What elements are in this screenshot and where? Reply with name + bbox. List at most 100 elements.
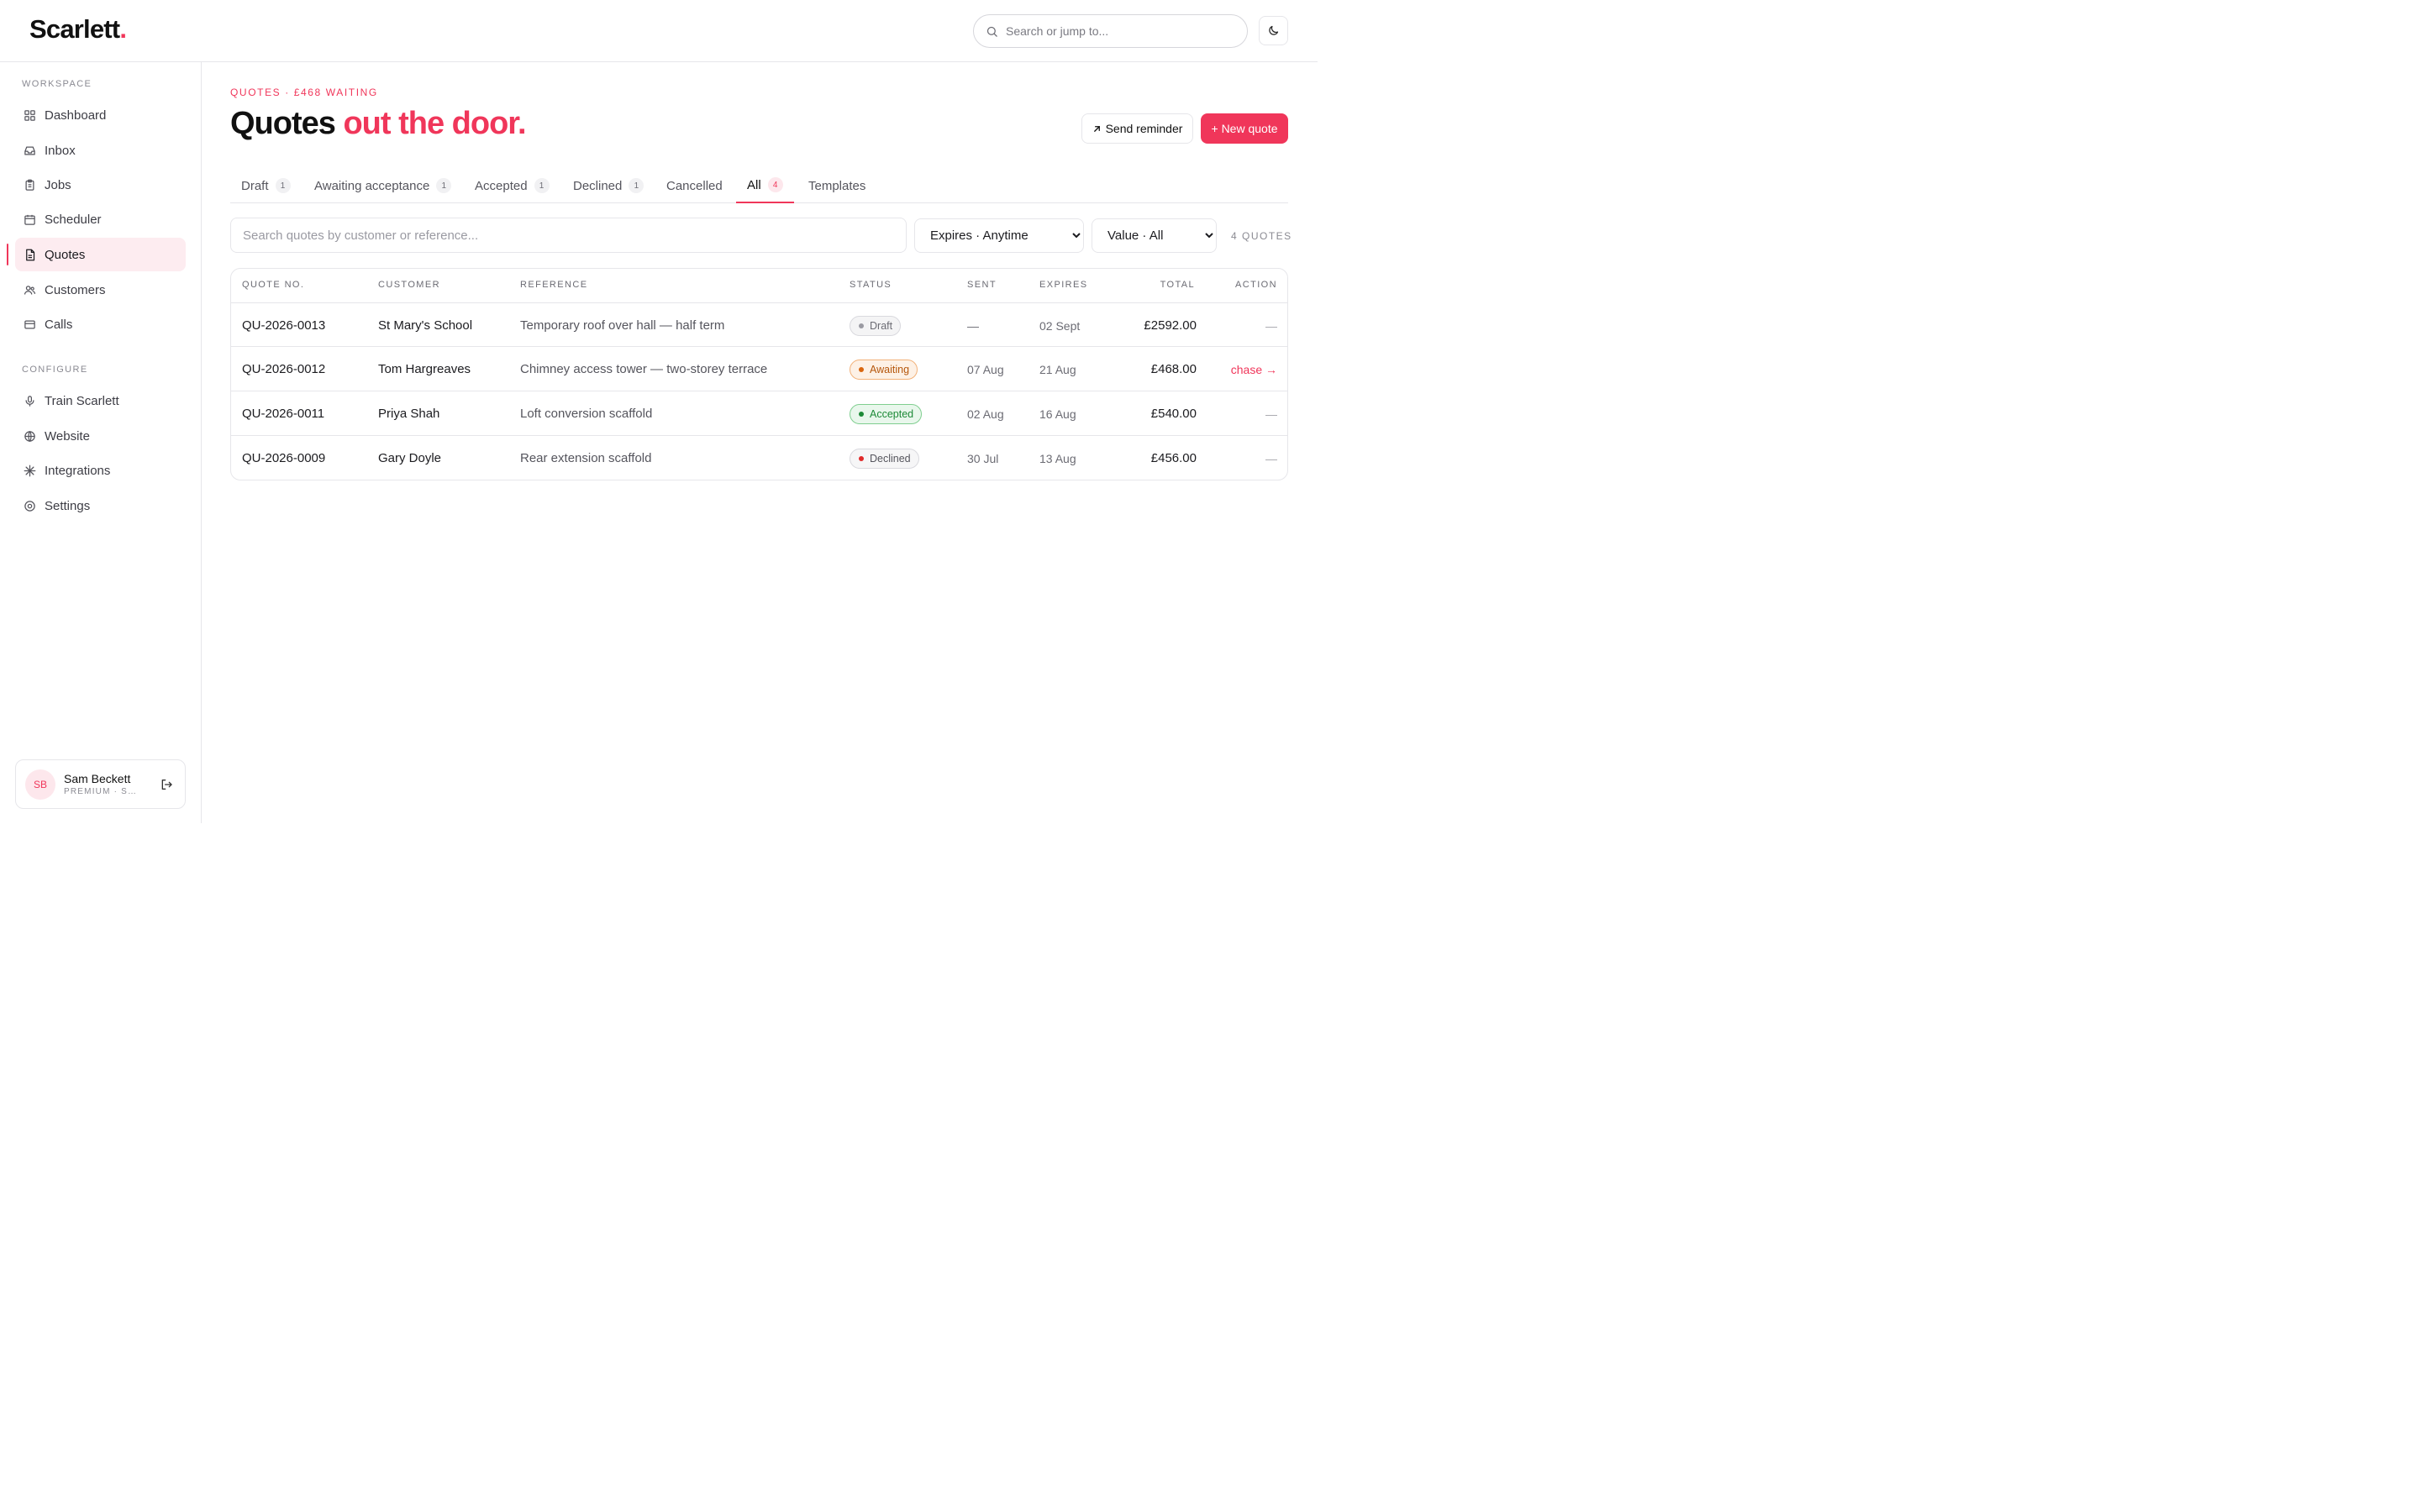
- sidebar-item-label: Train Scarlett: [45, 393, 119, 408]
- quote-reference: Loft conversion scaffold: [520, 407, 653, 421]
- search-icon: [986, 26, 997, 37]
- sidebar-item-settings[interactable]: Settings: [15, 489, 186, 522]
- sent-date: 07 Aug: [967, 362, 1004, 376]
- page-title-main: Quotes: [230, 106, 336, 141]
- tab-label: Declined: [573, 178, 623, 193]
- tab-label: Templates: [808, 178, 866, 193]
- column-header-quote-no[interactable]: QUOTE NO.: [242, 280, 304, 290]
- inbox-icon: [24, 146, 35, 155]
- quote-number: QU-2026-0011: [242, 407, 325, 421]
- sidebar-item-inbox[interactable]: Inbox: [15, 134, 186, 167]
- table-row[interactable]: QU-2026-0012 Tom Hargreaves Chimney acce…: [231, 346, 1287, 391]
- column-header-customer[interactable]: CUSTOMER: [378, 280, 440, 290]
- sidebar-item-integrations[interactable]: Integrations: [15, 454, 186, 487]
- table-row[interactable]: QU-2026-0011 Priya Shah Loft conversion …: [231, 391, 1287, 435]
- quote-search-input[interactable]: [230, 218, 907, 253]
- customer-name: St Mary's School: [378, 318, 473, 333]
- expires-filter-select[interactable]: Expires · Anytime: [914, 218, 1084, 253]
- status-dot: [859, 411, 864, 417]
- tab-draft[interactable]: Draft 1: [241, 168, 291, 203]
- document-icon: [26, 249, 35, 260]
- expires-date: 21 Aug: [1039, 362, 1076, 376]
- page-title: Quotes out the door.: [230, 106, 527, 142]
- tab-declined[interactable]: Declined 1: [573, 168, 644, 203]
- sidebar-item-label: Quotes: [45, 247, 86, 262]
- expires-date: 13 Aug: [1039, 451, 1076, 465]
- tab-cancelled[interactable]: Cancelled: [666, 168, 723, 203]
- tab-all[interactable]: All 4: [736, 168, 794, 203]
- sidebar: WORKSPACE Dashboard Inbox Jobs Scheduler…: [0, 62, 202, 823]
- status-cell: Awaiting: [850, 347, 918, 391]
- sidebar-item-label: Scheduler: [45, 212, 102, 227]
- quote-number: QU-2026-0013: [242, 318, 326, 333]
- value-filter-select[interactable]: Value · All: [1092, 218, 1217, 253]
- tab-awaiting-acceptance[interactable]: Awaiting acceptance 1: [314, 168, 452, 203]
- tab-label: Draft: [241, 178, 269, 193]
- tab-count: 1: [629, 178, 644, 193]
- column-header-expires[interactable]: EXPIRES: [1039, 280, 1088, 290]
- send-reminder-label: Send reminder: [1105, 122, 1183, 135]
- row-action-empty: —: [1265, 318, 1277, 333]
- tab-count: 4: [767, 177, 783, 192]
- status-badge: Draft: [850, 315, 902, 336]
- customer-name: Priya Shah: [378, 407, 440, 421]
- brand-name: Scarlett: [29, 14, 120, 44]
- global-search: [973, 14, 1248, 48]
- expires-date: 02 Sept: [1039, 318, 1081, 333]
- sparkle-icon: [24, 465, 36, 476]
- customer-name: Gary Doyle: [378, 451, 442, 465]
- logout-icon: [161, 779, 172, 790]
- quote-total: £2592.00: [1144, 318, 1197, 333]
- status-badge: Declined: [850, 448, 919, 469]
- status-cell: Declined: [850, 436, 919, 480]
- table-row[interactable]: QU-2026-0009 Gary Doyle Rear extension s…: [231, 435, 1287, 480]
- send-reminder-button[interactable]: Send reminder: [1081, 113, 1193, 144]
- column-header-total[interactable]: TOTAL: [1160, 280, 1195, 290]
- configure-section-label: CONFIGURE: [22, 365, 88, 375]
- user-plan: PREMIUM · SCAFFOLDING: [64, 787, 138, 796]
- sidebar-item-dashboard[interactable]: Dashboard: [15, 98, 186, 132]
- sidebar-item-calls[interactable]: Calls: [15, 307, 186, 341]
- theme-toggle-button[interactable]: [1259, 16, 1288, 45]
- sidebar-item-label: Calls: [45, 317, 73, 332]
- new-quote-button[interactable]: + New quote: [1201, 113, 1288, 144]
- tab-templates[interactable]: Templates: [808, 168, 865, 203]
- brand-logo[interactable]: Scarlett.: [29, 14, 127, 45]
- status-tabs: Draft 1 Awaiting acceptance 1 Accepted 1…: [230, 168, 1288, 203]
- quote-number: QU-2026-0009: [242, 451, 326, 465]
- sidebar-item-train-scarlett[interactable]: Train Scarlett: [15, 384, 186, 417]
- column-header-reference[interactable]: REFERENCE: [520, 280, 587, 290]
- quotes-table: QUOTE NO. CUSTOMER REFERENCE STATUS SENT…: [230, 268, 1288, 480]
- sidebar-item-label: Settings: [45, 498, 91, 513]
- status-label: Declined: [870, 452, 911, 465]
- clipboard-icon: [25, 179, 34, 191]
- sidebar-item-label: Customers: [45, 282, 106, 297]
- sidebar-item-jobs[interactable]: Jobs: [15, 168, 186, 202]
- sidebar-item-scheduler[interactable]: Scheduler: [15, 202, 186, 236]
- workspace-section-label: WORKSPACE: [22, 79, 92, 89]
- microphone-icon: [25, 395, 34, 407]
- column-header-status[interactable]: STATUS: [850, 280, 892, 290]
- status-dot: [859, 366, 864, 372]
- tab-accepted[interactable]: Accepted 1: [475, 168, 550, 203]
- quote-number: QU-2026-0012: [242, 362, 326, 376]
- sidebar-item-quotes[interactable]: Quotes: [15, 238, 186, 271]
- quote-total: £456.00: [1150, 451, 1197, 465]
- column-header-sent[interactable]: SENT: [967, 280, 997, 290]
- tab-label: Awaiting acceptance: [314, 178, 430, 193]
- sidebar-item-label: Dashboard: [45, 108, 107, 123]
- settings-icon: [24, 500, 35, 512]
- customer-name: Tom Hargreaves: [378, 362, 471, 376]
- sidebar-item-website[interactable]: Website: [15, 419, 186, 453]
- status-dot: [859, 455, 864, 461]
- tab-label: Cancelled: [666, 178, 723, 193]
- quote-total: £540.00: [1150, 407, 1197, 421]
- status-label: Draft: [870, 319, 893, 332]
- chase-link[interactable]: chase →: [1231, 347, 1277, 391]
- global-search-input[interactable]: [1006, 24, 1216, 38]
- table-row[interactable]: QU-2026-0013 St Mary's School Temporary …: [231, 302, 1287, 347]
- user-card[interactable]: SB Sam Beckett PREMIUM · SCAFFOLDING: [15, 759, 186, 809]
- logout-button[interactable]: [156, 774, 176, 795]
- user-info: Sam Beckett PREMIUM · SCAFFOLDING: [64, 772, 148, 796]
- sidebar-item-customers[interactable]: Customers: [15, 273, 186, 307]
